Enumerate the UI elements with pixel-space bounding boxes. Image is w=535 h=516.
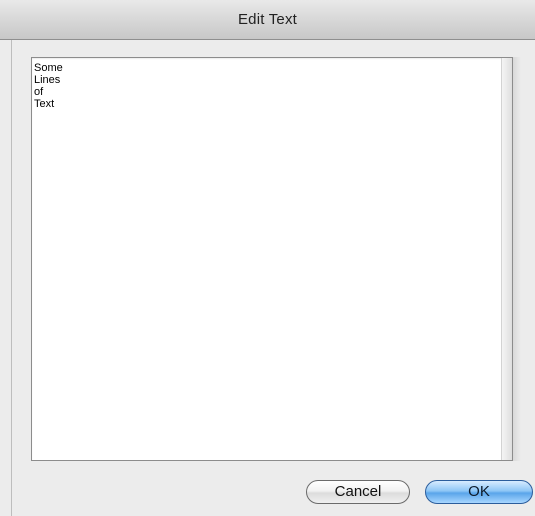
title-bar[interactable]: Edit Text (0, 0, 535, 40)
edit-text-dialog: Edit Text Some Lines of Text Cancel OK (0, 0, 535, 516)
cancel-button[interactable]: Cancel (306, 480, 410, 504)
ok-button[interactable]: OK (425, 480, 533, 504)
window-edge (11, 40, 12, 516)
text-area-shadow (513, 57, 521, 461)
text-area[interactable]: Some Lines of Text (34, 62, 498, 458)
vertical-scrollbar[interactable] (501, 58, 512, 460)
dialog-title: Edit Text (237, 11, 298, 28)
text-area-frame: Some Lines of Text (31, 57, 513, 461)
